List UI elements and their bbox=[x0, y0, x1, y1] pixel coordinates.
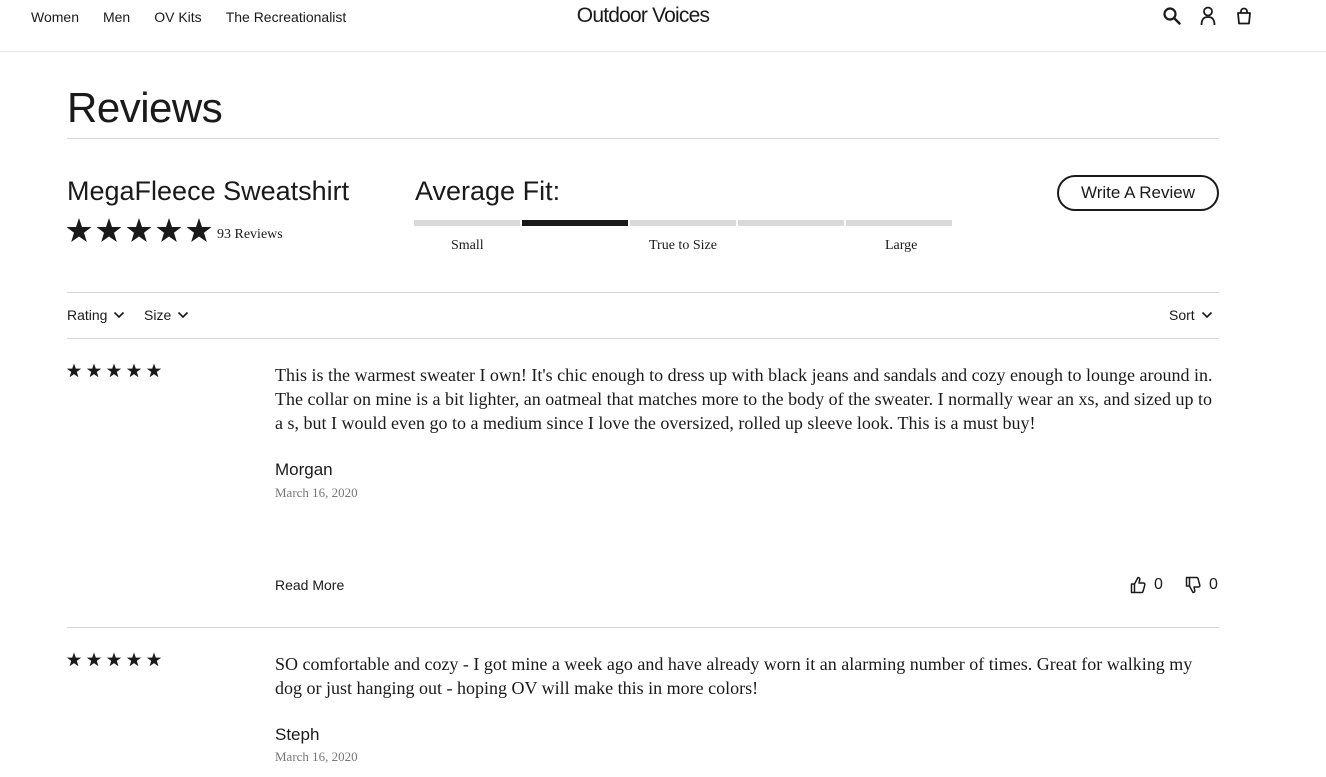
review-author: Steph bbox=[275, 725, 320, 744]
fit-segment bbox=[846, 220, 952, 226]
search-icon[interactable] bbox=[1162, 5, 1182, 27]
thumbs-down-icon bbox=[1185, 576, 1201, 594]
divider bbox=[67, 627, 1219, 628]
review-item: This is the warmest sweater I own! It's … bbox=[67, 363, 1219, 613]
fit-label-large: Large bbox=[885, 238, 918, 253]
review-date: March 16, 2020 bbox=[275, 749, 358, 764]
chevron-down-icon bbox=[114, 311, 125, 319]
rating-filter[interactable]: Rating bbox=[67, 307, 125, 323]
page-title: Reviews bbox=[67, 84, 223, 131]
helpful-down-count: 0 bbox=[1209, 576, 1218, 593]
brand-logo[interactable]: Outdoor Voices bbox=[0, 4, 1286, 28]
review-stars-icon bbox=[67, 652, 162, 667]
thumbs-up-icon bbox=[1130, 576, 1146, 594]
rating-filter-label: Rating bbox=[67, 307, 108, 323]
divider bbox=[67, 338, 1219, 339]
divider bbox=[67, 292, 1219, 293]
account-icon[interactable] bbox=[1198, 5, 1218, 27]
size-filter-label: Size bbox=[144, 307, 172, 323]
review-text: This is the warmest sweater I own! It's … bbox=[275, 365, 1213, 433]
review-stars-icon bbox=[67, 363, 162, 378]
sort-dropdown[interactable]: Sort bbox=[1169, 307, 1213, 323]
helpful-down-button[interactable]: 0 bbox=[1185, 576, 1218, 594]
chevron-down-icon bbox=[178, 311, 189, 319]
review-item: SO comfortable and cozy - I got mine a w… bbox=[67, 652, 1219, 777]
chevron-down-icon bbox=[1201, 311, 1212, 319]
fit-segment bbox=[414, 220, 520, 226]
fit-segment-active bbox=[522, 220, 628, 226]
site-header: Women Men OV Kits The Recreationalist Ou… bbox=[0, 0, 1326, 52]
fit-scale bbox=[414, 220, 952, 226]
sort-label: Sort bbox=[1169, 307, 1195, 323]
divider bbox=[67, 138, 1219, 139]
review-rating bbox=[67, 363, 163, 379]
review-text: SO comfortable and cozy - I got mine a w… bbox=[275, 654, 1193, 698]
helpful-up-count: 0 bbox=[1154, 576, 1163, 593]
review-count: 93 Reviews bbox=[217, 227, 283, 242]
review-rating bbox=[67, 652, 163, 668]
fit-segment bbox=[738, 220, 844, 226]
header-icons bbox=[1162, 5, 1254, 27]
review-author: Morgan bbox=[275, 460, 333, 479]
fit-label-small: Small bbox=[451, 238, 484, 253]
fit-label-true-to-size: True to Size bbox=[649, 238, 717, 253]
summary-stars-icon bbox=[67, 218, 212, 242]
helpful-up-button[interactable]: 0 bbox=[1130, 576, 1163, 594]
fit-title: Average Fit: bbox=[415, 176, 561, 206]
product-name: MegaFleece Sweatshirt bbox=[67, 176, 350, 206]
review-date: March 16, 2020 bbox=[275, 485, 358, 500]
read-more-link[interactable]: Read More bbox=[275, 577, 344, 593]
fit-segment bbox=[630, 220, 736, 226]
summary-rating bbox=[67, 216, 212, 246]
size-filter[interactable]: Size bbox=[144, 307, 189, 323]
write-review-button[interactable]: Write A Review bbox=[1057, 175, 1219, 211]
bag-icon[interactable] bbox=[1234, 5, 1254, 27]
